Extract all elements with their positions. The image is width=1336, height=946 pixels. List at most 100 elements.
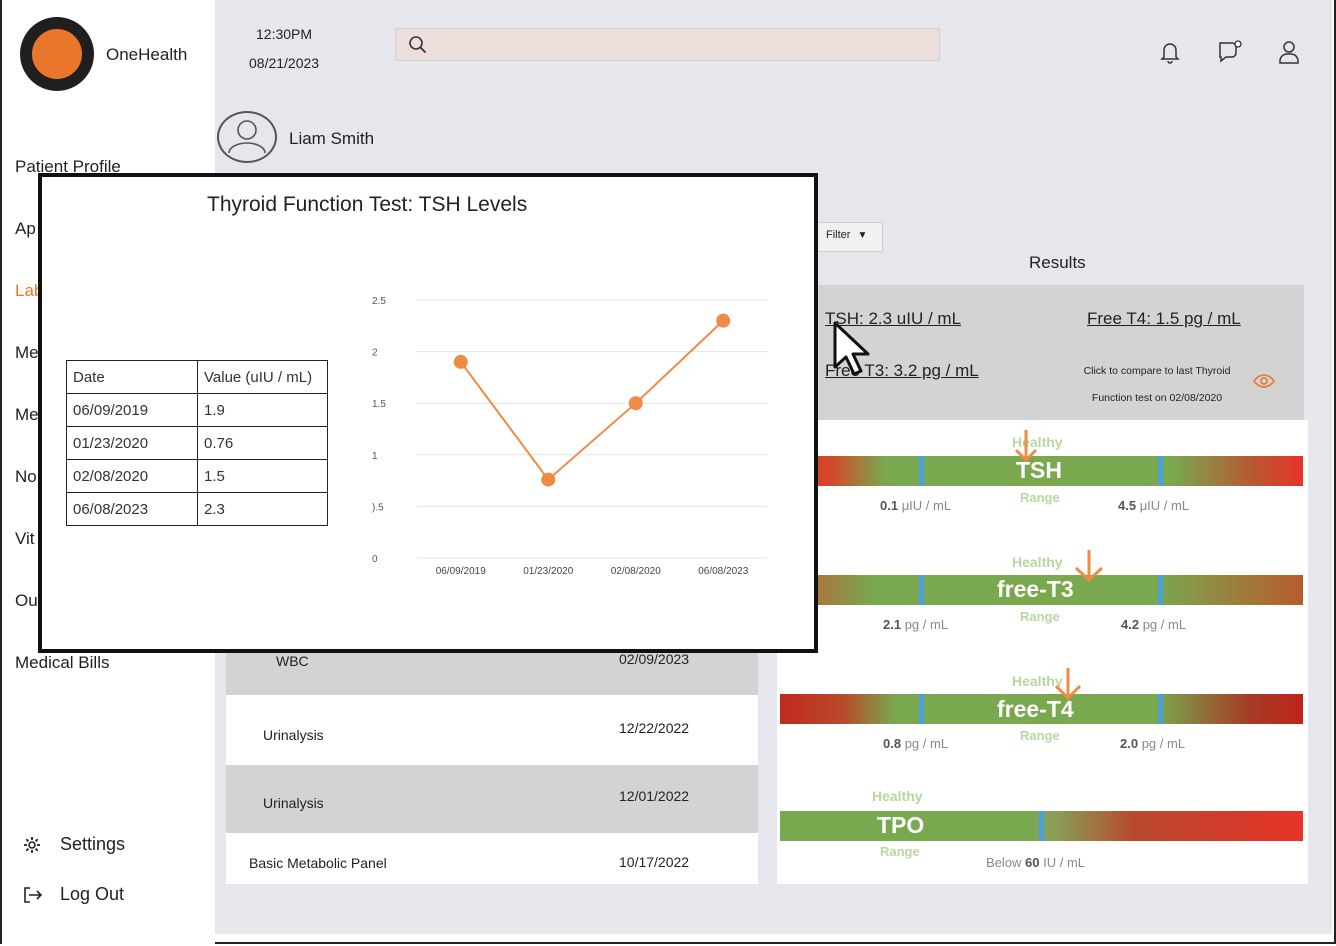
tpo-gauge-title: TPO: [877, 812, 925, 838]
table-cell: 0.76: [197, 426, 328, 460]
tpo-high-marker: [1039, 811, 1044, 841]
table-cell: 1.9: [197, 393, 328, 427]
free-t3-level-arrow: [1074, 550, 1103, 583]
free-t4-low-marker: [919, 694, 924, 724]
lab-results-list: WBC 02/09/2023 Urinalysis 12/22/2022 Uri…: [226, 620, 758, 884]
y-tick-label: 1.5: [372, 399, 386, 410]
tsh-range-label: Range: [1020, 490, 1060, 505]
search-icon: [409, 36, 427, 54]
patient-avatar: [217, 111, 277, 163]
tsh-data-point: [716, 313, 731, 328]
patient-name: Liam Smith: [289, 129, 375, 148]
popup-title: Thyroid Function Test: TSH Levels: [207, 193, 528, 216]
table-header: Value (uIU / mL): [197, 360, 328, 394]
y-tick-label: ).5: [372, 502, 384, 513]
table-cell: 2.3: [197, 492, 328, 526]
tsh-data-point: [541, 472, 556, 487]
free-t3-high-value: 4.2 pg / mL: [1121, 617, 1187, 632]
tpo-range-label: Range: [880, 844, 920, 859]
tsh-low-value: 0.1 μIU / mL: [880, 498, 952, 513]
table-cell: 02/08/2020: [66, 459, 198, 493]
free-t4-range-label: Range: [1020, 728, 1060, 743]
table-row: 02/08/2020 1.5: [66, 459, 328, 493]
tsh-line-chart: 0 ).5 1 1.5 2 2.5 06/09/2019 01/23/2020 02/08/20…: [372, 296, 767, 577]
chat-icon[interactable]: [1216, 40, 1244, 64]
lab-date: 12/22/2022: [619, 720, 690, 736]
tsh-series-line: [459, 319, 724, 482]
table-cell: 06/09/2019: [66, 393, 198, 427]
free-t3-low-marker: [919, 575, 924, 605]
y-tick-label: 1: [372, 451, 378, 462]
free-t3-range-label: Range: [1020, 609, 1060, 624]
table-cell: 01/23/2020: [66, 426, 198, 460]
free-t4-high-marker: [1158, 694, 1163, 724]
sidebar-item-vitals[interactable]: Vit: [15, 529, 35, 549]
lab-name: Urinalysis: [263, 727, 324, 743]
list-item[interactable]: Urinalysis 12/01/2022: [226, 765, 758, 833]
lab-date: 02/09/2023: [619, 651, 690, 667]
table-header-row: Date Value (uIU / mL): [66, 360, 328, 394]
tsh-low-marker: [919, 456, 924, 486]
tsh-data-point: [628, 396, 643, 411]
tpo-limit-value: Below 60 IU / mL: [986, 855, 1086, 870]
logout-icon: [24, 886, 43, 903]
thyroid-gauges: Healthy TSH Range 0.1 μIU / mL 4.5 μIU /…: [777, 420, 1308, 884]
tsh-data-point: [453, 354, 468, 369]
sidebar-item-outpatient[interactable]: Ou: [15, 591, 38, 611]
list-item[interactable]: Basic Metabolic Panel 10/17/2022: [226, 833, 758, 884]
compare-text[interactable]: Click to compare to last Thyroid Functio…: [1077, 358, 1237, 412]
free-t4-result-link[interactable]: Free T4: 1.5 pg / mL: [1087, 309, 1241, 329]
table-cell: 1.5: [197, 459, 328, 493]
free-t4-high-value: 2.0 pg / mL: [1120, 736, 1186, 751]
sidebar-item-appointments[interactable]: Ap: [15, 219, 36, 239]
table-row: 06/09/2019 1.9: [66, 393, 328, 427]
triangle-down-icon: ▼: [857, 230, 868, 241]
search-input[interactable]: [395, 28, 940, 61]
free-t3-high-marker: [1158, 575, 1163, 605]
list-item[interactable]: Urinalysis 12/22/2022: [226, 695, 758, 765]
tsh-values-table: Date Value (uIU / mL) 06/09/2019 1.9 01/…: [66, 360, 328, 526]
x-tick-label: 02/08/2020: [611, 566, 661, 577]
logout-link[interactable]: Log Out: [22, 884, 124, 905]
logout-label: Log Out: [60, 884, 125, 904]
table-row: 06/08/2023 2.3: [66, 492, 328, 526]
brand-name: OneHealth: [106, 45, 188, 64]
y-tick-label: 2.5: [372, 296, 386, 307]
lab-date: 10/17/2022: [619, 854, 690, 870]
free-t4-low-value: 0.8 pg / mL: [883, 736, 949, 751]
sidebar-item-medical-history[interactable]: Me: [15, 405, 39, 425]
bell-icon[interactable]: [1159, 40, 1181, 64]
table-cell: 06/08/2023: [66, 492, 198, 526]
x-tick-label: 06/09/2019: [436, 566, 486, 577]
sidebar-item-medical-bills[interactable]: Medical Bills: [15, 653, 109, 673]
table-row: 01/23/2020 0.76: [66, 426, 328, 460]
lab-name: Basic Metabolic Panel: [249, 855, 387, 871]
lab-date: 12/01/2022: [619, 788, 690, 804]
onehealth-logo: [20, 17, 94, 91]
free-t3-gauge-title: free-T3: [997, 576, 1074, 602]
sidebar-item-notes[interactable]: No: [15, 467, 37, 487]
lab-name: WBC: [276, 653, 309, 669]
gear-icon: [24, 836, 40, 853]
filter-button[interactable]: Filter ▼: [813, 222, 883, 252]
mouse-cursor-icon: [833, 321, 870, 376]
clock: 12:30PM 08/21/2023: [249, 20, 319, 78]
user-profile-icon[interactable]: [1278, 40, 1300, 64]
table-header: Date: [66, 360, 198, 394]
y-tick-label: 2: [372, 348, 378, 359]
eye-icon[interactable]: [1253, 373, 1275, 389]
settings-label: Settings: [60, 834, 126, 854]
current-date: 08/21/2023: [249, 55, 320, 71]
current-time: 12:30PM: [256, 26, 313, 42]
x-tick-label: 01/23/2020: [523, 566, 573, 577]
tsh-level-arrow: [1014, 430, 1037, 463]
free-t3-healthy-label: Healthy: [1012, 554, 1063, 570]
free-t4-level-arrow: [1054, 668, 1081, 701]
settings-link[interactable]: Settings: [22, 834, 125, 855]
x-tick-label: 06/08/2023: [698, 566, 748, 577]
tsh-levels-popup[interactable]: Thyroid Function Test: TSH Levels Date V…: [38, 173, 818, 653]
tsh-high-marker: [1158, 456, 1163, 486]
tsh-high-value: 4.5 μIU / mL: [1118, 498, 1190, 513]
y-tick-label: 0: [372, 554, 378, 565]
sidebar-item-medications[interactable]: Me: [15, 343, 39, 363]
